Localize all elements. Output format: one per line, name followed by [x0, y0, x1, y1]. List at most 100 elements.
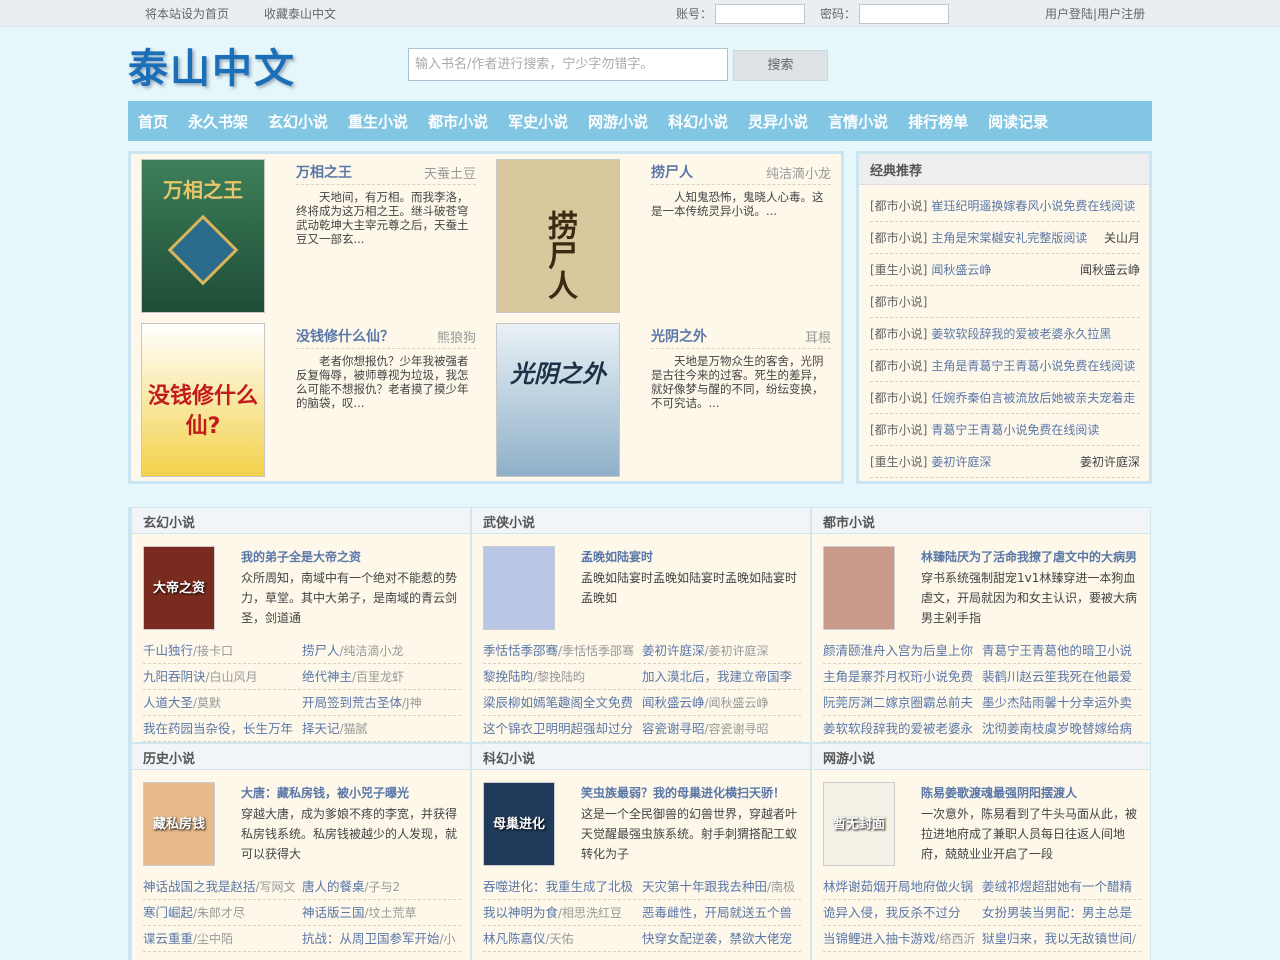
- book-title[interactable]: 万相之王: [296, 162, 352, 182]
- book-link[interactable]: 我在药园当杂役，长生万年: [143, 721, 293, 736]
- book-cover[interactable]: 大帝之资: [143, 546, 215, 630]
- book-author[interactable]: /小: [440, 932, 456, 946]
- item-author[interactable]: 姜初许庭深: [1080, 446, 1140, 478]
- item-category[interactable]: [都市小说]: [870, 231, 927, 245]
- book-link[interactable]: 容瓷谢寻昭: [642, 721, 705, 736]
- top-book-title[interactable]: 大唐：藏私房钱，被小兕子曝光: [241, 784, 409, 801]
- top-book-title[interactable]: 陈易姜歌渡魂最强阴阳摆渡人: [921, 784, 1077, 801]
- search-button[interactable]: 搜索: [733, 50, 828, 81]
- book-link[interactable]: 九阳吞阴诀: [143, 669, 206, 684]
- item-title[interactable]: 主角是青葛宁王青葛小说免费在线阅读: [931, 359, 1135, 373]
- nav-item-lingyi[interactable]: 灵异小说: [748, 111, 808, 132]
- item-category[interactable]: [都市小说]: [870, 391, 927, 405]
- book-cover[interactable]: 藏私房钱: [143, 782, 215, 866]
- nav-item-chongsheng[interactable]: 重生小说: [348, 111, 408, 132]
- nav-item-junshi[interactable]: 军史小说: [508, 111, 568, 132]
- item-category[interactable]: [都市小说]: [870, 327, 927, 341]
- search-input[interactable]: [408, 48, 728, 81]
- book-link[interactable]: 寒门崛起: [143, 905, 193, 920]
- book-link[interactable]: 谍云重重: [143, 931, 193, 946]
- bookmark-site-link[interactable]: 收藏泰山中文: [264, 5, 336, 22]
- book-link[interactable]: 裴鹤川赵云笙我死在他最爱: [982, 669, 1132, 684]
- password-input[interactable]: [859, 4, 949, 24]
- book-cover[interactable]: 光阴之外: [496, 323, 620, 477]
- nav-item-ranking[interactable]: 排行榜单: [908, 111, 968, 132]
- book-author[interactable]: /猫腻: [340, 722, 368, 736]
- register-link[interactable]: 用户注册: [1097, 7, 1145, 21]
- book-link[interactable]: 黎挽陆昀: [483, 669, 533, 684]
- book-author[interactable]: /写网文: [256, 880, 296, 894]
- book-author[interactable]: /朱郎才尽: [193, 906, 245, 920]
- item-category[interactable]: [都市小说]: [870, 199, 927, 213]
- book-link[interactable]: 抗战：从周卫国参军开始: [302, 931, 440, 946]
- book-cover[interactable]: 没钱修什么仙?: [141, 323, 265, 477]
- book-author[interactable]: 天蚕土豆: [424, 163, 476, 182]
- book-link[interactable]: 加入漠北后，我建立帝国李: [642, 669, 792, 684]
- book-link[interactable]: 颜清颐淮舟入宫为后皇上你: [823, 643, 973, 658]
- top-book-title[interactable]: 林臻陆厌为了活命我撩了虐文中的大病男: [921, 548, 1137, 565]
- top-book-title[interactable]: 孟晚如陆宴时: [581, 548, 653, 565]
- book-cover[interactable]: [483, 546, 555, 630]
- book-link[interactable]: 绝代神主: [302, 669, 352, 684]
- book-link[interactable]: 人道大圣: [143, 695, 193, 710]
- book-link[interactable]: 捞尸人: [302, 643, 340, 658]
- item-author[interactable]: 闻秋盛云峥: [1080, 254, 1140, 286]
- book-link[interactable]: 我以神明为食: [483, 905, 558, 920]
- item-title[interactable]: 姜初许庭深: [931, 455, 991, 469]
- nav-item-xuanhuan[interactable]: 玄幻小说: [268, 111, 328, 132]
- book-author[interactable]: /子与2: [365, 880, 401, 894]
- book-author[interactable]: 耳根: [805, 327, 831, 346]
- book-author[interactable]: /百里龙虾: [352, 670, 404, 684]
- book-author[interactable]: /闻秋盛云峥: [705, 696, 769, 710]
- book-link[interactable]: 女扮男装当男配：男主总是: [982, 905, 1132, 920]
- top-book-title[interactable]: 我的弟子全是大帝之资: [241, 548, 361, 565]
- book-link[interactable]: 姜软软段辞我的爱被老婆永: [823, 721, 973, 736]
- book-link[interactable]: 姜绒祁煜超甜她有一个醋精: [982, 879, 1132, 894]
- item-category[interactable]: [重生小说]: [870, 263, 927, 277]
- book-title[interactable]: 光阴之外: [651, 326, 707, 346]
- book-link[interactable]: 狱皇归来，我以无敌镇世间: [982, 931, 1132, 946]
- book-link[interactable]: 主角是寨芥月权珩小说免费: [823, 669, 973, 684]
- book-author[interactable]: /姜初许庭深: [705, 644, 769, 658]
- book-link[interactable]: 神话版三国: [302, 905, 365, 920]
- book-link[interactable]: 沈彻姜南枝虞岁晚替嫁给病: [982, 721, 1132, 736]
- book-author[interactable]: /尘中陌: [193, 932, 233, 946]
- book-link[interactable]: 快穿女配逆袭，禁欲大佬宠: [642, 931, 792, 946]
- site-logo[interactable]: 泰山中文: [128, 36, 296, 94]
- nav-item-bookshelf[interactable]: 永久书架: [188, 111, 248, 132]
- book-link[interactable]: 季恬恬季邵骞: [483, 643, 558, 658]
- book-author[interactable]: /络西沂: [936, 932, 976, 946]
- login-link[interactable]: 用户登陆: [1045, 7, 1093, 21]
- book-author[interactable]: /相思洗红豆: [558, 906, 622, 920]
- item-category[interactable]: [都市小说]: [870, 423, 927, 437]
- book-author[interactable]: /南极: [767, 880, 795, 894]
- book-link[interactable]: 闻秋盛云峥: [642, 695, 705, 710]
- book-link[interactable]: 林烨谢茹烟开局地府做火锅: [823, 879, 973, 894]
- set-homepage-link[interactable]: 将本站设为首页: [145, 5, 229, 22]
- item-title[interactable]: 姜软软段辞我的爱被老婆永久拉黑: [931, 327, 1111, 341]
- book-link[interactable]: 这个锦衣卫明明超强却过分: [483, 721, 633, 736]
- book-author[interactable]: /坟土荒草: [365, 906, 417, 920]
- item-title[interactable]: 青葛宁王青葛小说免费在线阅读: [931, 423, 1099, 437]
- book-link[interactable]: 当锦鲤进入抽卡游戏: [823, 931, 936, 946]
- item-category[interactable]: [都市小说]: [870, 359, 927, 373]
- book-title[interactable]: 捞尸人: [651, 162, 693, 182]
- item-category[interactable]: [重生小说]: [870, 455, 927, 469]
- book-link[interactable]: 恶毒雌性，开局就送五个兽: [642, 905, 792, 920]
- book-link[interactable]: 吞噬进化：我重生成了北极: [483, 879, 633, 894]
- nav-item-wangyou[interactable]: 网游小说: [588, 111, 648, 132]
- book-link[interactable]: 择天记: [302, 721, 340, 736]
- book-link[interactable]: 唐人的餐桌: [302, 879, 365, 894]
- book-author[interactable]: 熊狼狗: [437, 327, 476, 346]
- book-link[interactable]: 千山独行: [143, 643, 193, 658]
- item-author[interactable]: 关山月: [1104, 222, 1140, 254]
- book-title[interactable]: 没钱修什么仙？: [296, 326, 394, 346]
- book-link[interactable]: 姜初许庭深: [642, 643, 705, 658]
- nav-item-home[interactable]: 首页: [138, 111, 168, 132]
- book-link[interactable]: 青葛宁王青葛他的暗卫小说: [982, 643, 1132, 658]
- account-input[interactable]: [715, 4, 805, 24]
- book-link[interactable]: 神话战国之我是赵括: [143, 879, 256, 894]
- item-category[interactable]: [都市小说]: [870, 295, 927, 309]
- book-cover[interactable]: 母巢进化: [483, 782, 555, 866]
- book-author[interactable]: /J神: [402, 696, 422, 710]
